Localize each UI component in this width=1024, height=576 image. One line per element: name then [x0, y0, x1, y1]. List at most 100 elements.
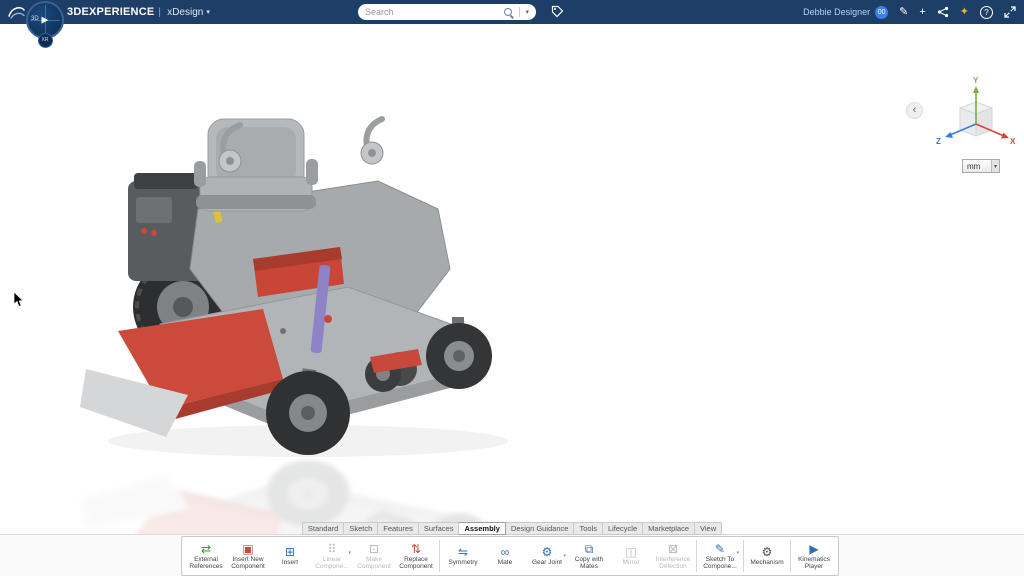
triad-z-label[interactable]: Z — [936, 137, 941, 146]
search-icon[interactable] — [504, 8, 512, 16]
topbar-right-cluster: Debbie Designer 00 ✎ + ✦ ? — [803, 0, 1016, 24]
tool-symmetry[interactable]: ⇋ Symmetry — [442, 546, 484, 566]
tool-kinematics-player[interactable]: ▶ Kinematics Player — [793, 543, 835, 570]
mower-model[interactable] — [78, 69, 528, 569]
tool-insert-new-component[interactable]: ▣ Insert New Component — [227, 543, 269, 570]
user-name[interactable]: Debbie Designer — [803, 7, 870, 17]
tool-copy-with-mates[interactable]: ⧉ Copy with Mates — [568, 543, 610, 570]
tab-marketplace[interactable]: Marketplace — [643, 522, 695, 535]
top-bar: 3DEXPERIENCE| xDesign ▾ ▾ Debbie Designe… — [0, 0, 1024, 24]
chevron-down-icon: ▾ — [206, 8, 210, 16]
tool-label: Mate — [485, 559, 526, 566]
external-references-icon: ⇄ — [201, 543, 211, 556]
toolbar-separator — [439, 540, 440, 572]
mouse-cursor — [13, 292, 25, 308]
interference-detection-icon: ⊠ — [668, 543, 678, 556]
ribbon-tabs: Standard Sketch Features Surfaces Assemb… — [0, 522, 1024, 535]
search-chevron-icon[interactable]: ▾ — [525, 8, 529, 16]
tab-features[interactable]: Features — [378, 522, 419, 535]
tab-lifecycle[interactable]: Lifecycle — [603, 522, 643, 535]
toolbar-separator — [696, 540, 697, 572]
user-badge[interactable]: 00 — [875, 6, 888, 19]
tab-standard[interactable]: Standard — [302, 522, 344, 535]
app-name: xDesign — [167, 7, 203, 18]
tool-label: Mirror — [611, 559, 652, 566]
search-divider — [519, 7, 520, 17]
linear-pattern-icon: ⠿ — [328, 543, 337, 556]
tool-mechanism[interactable]: ⚙ Mechanism — [746, 546, 788, 566]
tool-label: Kinematics Player — [794, 556, 835, 570]
model-viewport[interactable]: ‹ Y X Z mm ▾ — [0, 24, 1024, 576]
tab-view[interactable]: View — [695, 522, 722, 535]
brand-divider: | — [158, 7, 161, 18]
make-component-icon: ⊡ — [369, 543, 379, 556]
tool-external-references[interactable]: ⇄ External References — [185, 543, 227, 570]
tool-label: Insert — [270, 559, 311, 566]
tool-label: External References — [186, 556, 227, 570]
chevron-down-icon: ▾ — [991, 160, 999, 172]
triad-x-label[interactable]: X — [1010, 137, 1016, 146]
sketch-to-component-icon: ✎ — [715, 543, 725, 556]
copy-with-mates-icon: ⧉ — [585, 543, 594, 556]
search-bar[interactable]: ▾ — [358, 4, 536, 20]
compass-3d-label: 3D — [31, 16, 39, 22]
share-icon[interactable] — [937, 6, 949, 18]
compass[interactable]: 3D ▶ XR — [24, 1, 66, 48]
tool-label: Copy with Mates — [569, 556, 610, 570]
tab-tools[interactable]: Tools — [574, 522, 603, 535]
chevron-down-icon[interactable]: ▾ — [736, 550, 739, 556]
add-icon[interactable]: + — [919, 7, 925, 18]
collapse-panel-button[interactable]: ‹ — [906, 102, 923, 119]
tool-label: Interference Detection — [653, 556, 694, 570]
chevron-down-icon[interactable]: ▾ — [563, 553, 566, 559]
action-bar: ⇄ External References ▣ Insert New Compo… — [0, 534, 1024, 576]
mate-icon: ∞ — [501, 546, 510, 559]
pen-icon[interactable]: ✎ — [899, 7, 908, 18]
app-switcher[interactable]: xDesign ▾ — [167, 7, 210, 18]
tool-mirror[interactable]: ◫ Mirror — [610, 546, 652, 566]
triad-y-label[interactable]: Y — [973, 76, 979, 85]
mirror-icon: ◫ — [625, 546, 636, 559]
play-icon[interactable]: ▶ — [42, 14, 49, 25]
insert-new-component-icon: ▣ — [242, 543, 253, 556]
replace-component-icon: ⇅ — [411, 543, 421, 556]
tool-label: Symmetry — [443, 559, 484, 566]
swym-icon[interactable]: ✦ — [960, 7, 969, 18]
gear-joint-icon: ⚙ — [542, 546, 553, 559]
brand-title: 3DEXPERIENCE| — [67, 6, 167, 18]
insert-icon: ⊞ — [285, 546, 295, 559]
tool-label: Mechanism — [747, 559, 788, 566]
tag-icon[interactable] — [551, 5, 564, 18]
units-value: mm — [967, 162, 980, 171]
compass-xr-badge[interactable]: XR — [38, 33, 53, 48]
tool-sketch-to-component[interactable]: ✎ ▾ Sketch To Compone... — [699, 543, 741, 570]
tool-interference-detection[interactable]: ⊠ Interference Detection — [652, 543, 694, 570]
tool-label: Sketch To Compone... — [700, 556, 741, 570]
mechanism-icon: ⚙ — [762, 546, 773, 559]
tool-make-component[interactable]: ⊡ Make Component — [353, 543, 395, 570]
tool-label: Make Component — [354, 556, 395, 570]
chevron-down-icon[interactable]: ▾ — [348, 550, 351, 556]
tool-mate[interactable]: ∞ Mate — [484, 546, 526, 566]
symmetry-icon: ⇋ — [458, 546, 468, 559]
tool-label: Gear Joint — [527, 559, 568, 566]
kinematics-player-icon: ▶ — [809, 543, 818, 556]
toolbar-separator — [790, 540, 791, 572]
toolbar-separator — [743, 540, 744, 572]
tool-gear-joint[interactable]: ⚙ ▾ Gear Joint — [526, 546, 568, 566]
tool-insert[interactable]: ⊞ Insert — [269, 546, 311, 566]
tool-label: Insert New Component — [228, 556, 269, 570]
tool-linear-component-pattern[interactable]: ⠿ ▾ Linear Compone... — [311, 543, 353, 570]
tool-label: Linear Compone... — [312, 556, 353, 570]
assembly-toolbox: ⇄ External References ▣ Insert New Compo… — [181, 536, 839, 576]
view-triad[interactable]: Y X Z — [934, 74, 1018, 158]
tool-replace-component[interactable]: ⇅ Replace Component — [395, 543, 437, 570]
units-dropdown[interactable]: mm ▾ — [962, 159, 1000, 173]
tab-sketch[interactable]: Sketch — [344, 522, 378, 535]
tab-assembly[interactable]: Assembly — [459, 522, 505, 535]
tab-surfaces[interactable]: Surfaces — [419, 522, 460, 535]
fullscreen-icon[interactable] — [1004, 6, 1016, 18]
help-icon[interactable]: ? — [980, 6, 993, 19]
tab-design-guidance[interactable]: Design Guidance — [506, 522, 575, 535]
search-input[interactable] — [365, 7, 504, 17]
